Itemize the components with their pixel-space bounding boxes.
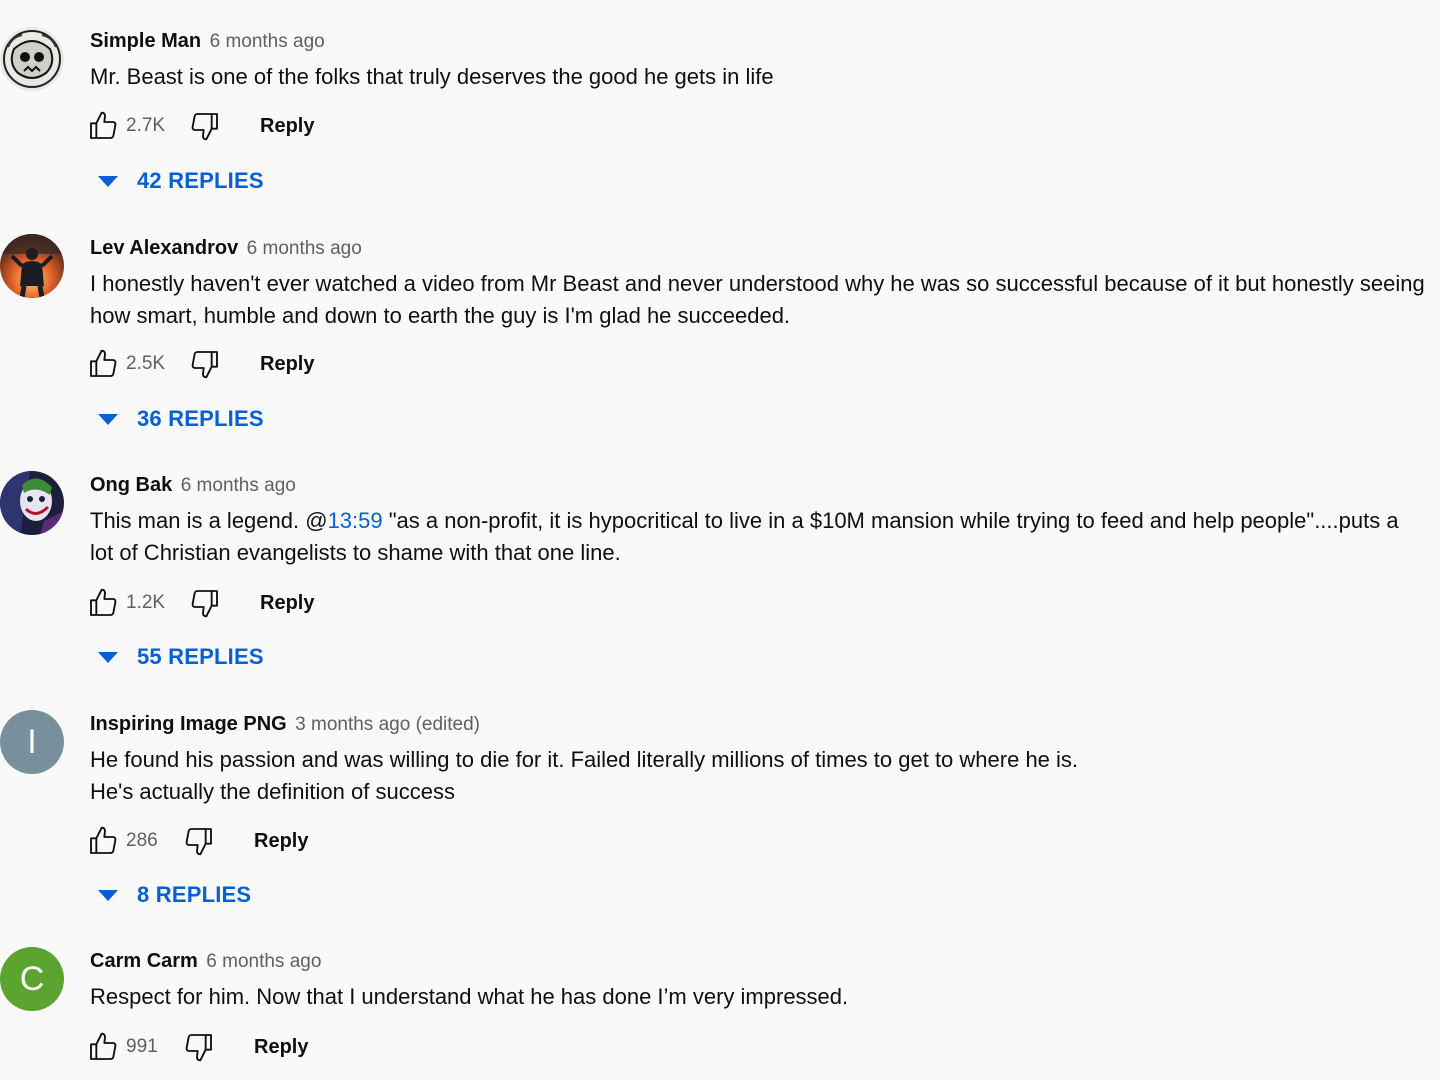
comment-author[interactable]: Lev Alexandrov [90, 237, 238, 259]
like-button[interactable] [86, 109, 120, 143]
thumbs-up-icon [90, 111, 117, 139]
comment-author[interactable]: Inspiring Image PNG [90, 713, 287, 735]
comment-text-line: He found his passion and was willing to … [90, 747, 1079, 772]
view-replies-button[interactable]: 8 REPLIES [96, 877, 251, 913]
dislike-button[interactable] [188, 586, 222, 620]
comment-text-line: lot of Christian evangelists to shame wi… [90, 540, 621, 565]
like-count: 286 [126, 830, 158, 851]
comment-author[interactable]: Simple Man [90, 30, 201, 52]
thumbs-down-icon [191, 351, 218, 379]
dislike-button[interactable] [182, 824, 216, 858]
thumbs-down-icon [191, 590, 218, 618]
comment-actions: 2.5K Reply [86, 346, 314, 382]
comment-text: Respect for him. Now that I understand w… [90, 981, 1440, 1013]
thumbs-up-icon [90, 588, 117, 616]
avatar[interactable]: I [0, 710, 64, 774]
thumbs-down-icon [185, 828, 212, 856]
comment-text-line: Mr. Beast is one of the folks that truly… [90, 64, 774, 89]
fire-figure-avatar-image [0, 234, 64, 298]
comment-text: I honestly haven't ever watched a video … [90, 268, 1440, 332]
comment-time[interactable]: 6 months ago [181, 475, 296, 496]
avatar-letter: C [19, 959, 45, 998]
comment-author[interactable]: Ong Bak [90, 474, 172, 496]
reply-button[interactable]: Reply [254, 1036, 308, 1059]
reply-button[interactable]: Reply [260, 592, 314, 615]
reply-button[interactable]: Reply [260, 353, 314, 376]
like-count: 991 [126, 1036, 158, 1057]
avatar-letter: I [27, 722, 37, 761]
comment-text-line: how smart, humble and down to earth the … [90, 303, 791, 328]
dislike-button[interactable] [182, 1030, 216, 1064]
thumbs-down-icon [185, 1034, 212, 1062]
reply-button[interactable]: Reply [254, 830, 308, 853]
dislike-button[interactable] [188, 347, 222, 381]
view-replies-button[interactable]: 55 REPLIES [96, 639, 264, 675]
comment-text-line: He's actually the definition of success [90, 779, 455, 804]
comment-actions: 286 Reply [86, 823, 308, 859]
avatar[interactable]: C [0, 947, 64, 1011]
replies-count-label: 42 REPLIES [137, 168, 264, 193]
comment-time[interactable]: 6 months ago [247, 238, 362, 259]
thumbs-up-icon [90, 826, 117, 854]
like-button[interactable] [86, 586, 120, 620]
thumbs-up-icon [90, 349, 117, 377]
comment-text: Mr. Beast is one of the folks that truly… [90, 61, 1440, 93]
avatar[interactable] [0, 234, 64, 298]
comment-text-line: Respect for him. Now that I understand w… [90, 984, 849, 1009]
comment-text-line: I honestly haven't ever watched a video … [90, 271, 1425, 296]
comment-actions: 991 Reply [86, 1029, 308, 1065]
joker-avatar-image [0, 471, 64, 535]
timestamp-link[interactable]: 13:59 [328, 508, 383, 533]
comments-section: Simple Man 6 months ago Mr. Beast is one… [0, 0, 1440, 1080]
comment-text-prefix: This man is a legend. @ [90, 508, 328, 533]
dislike-button[interactable] [188, 109, 222, 143]
reply-button[interactable]: Reply [260, 115, 314, 138]
thumbs-up-icon [90, 1032, 117, 1060]
like-button[interactable] [86, 1030, 120, 1064]
caret-down-icon [96, 883, 120, 907]
comment-time[interactable]: 6 months ago [210, 31, 325, 52]
like-button[interactable] [86, 824, 120, 858]
comment-text: He found his passion and was willing to … [90, 744, 1440, 808]
view-replies-button[interactable]: 42 REPLIES [96, 163, 264, 199]
sketch-skull-avatar-image [0, 27, 64, 91]
comment-text: This man is a legend. @13:59 "as a non-p… [90, 505, 1440, 569]
replies-count-label: 8 REPLIES [137, 882, 252, 907]
comment-author[interactable]: Carm Carm [90, 950, 198, 972]
comment-text-line: This man is a legend. @13:59 "as a non-p… [90, 505, 1440, 537]
caret-down-icon [96, 407, 120, 431]
comment-time[interactable]: 3 months ago (edited) [295, 714, 480, 735]
avatar[interactable] [0, 27, 64, 91]
like-count: 2.7K [126, 115, 166, 136]
like-count: 2.5K [126, 353, 166, 374]
comment-time[interactable]: 6 months ago [206, 951, 321, 972]
view-replies-button[interactable]: 36 REPLIES [96, 401, 264, 437]
like-count: 1.2K [126, 592, 166, 613]
caret-down-icon [96, 169, 120, 193]
replies-count-label: 55 REPLIES [137, 644, 264, 669]
avatar[interactable] [0, 471, 64, 535]
comment-text-suffix: "as a non-profit, it is hypocritical to … [382, 508, 1399, 533]
comment-actions: 1.2K Reply [86, 585, 314, 621]
replies-count-label: 36 REPLIES [137, 406, 264, 431]
like-button[interactable] [86, 347, 120, 381]
comment-actions: 2.7K Reply [86, 108, 314, 144]
caret-down-icon [96, 645, 120, 669]
thumbs-down-icon [191, 113, 218, 141]
